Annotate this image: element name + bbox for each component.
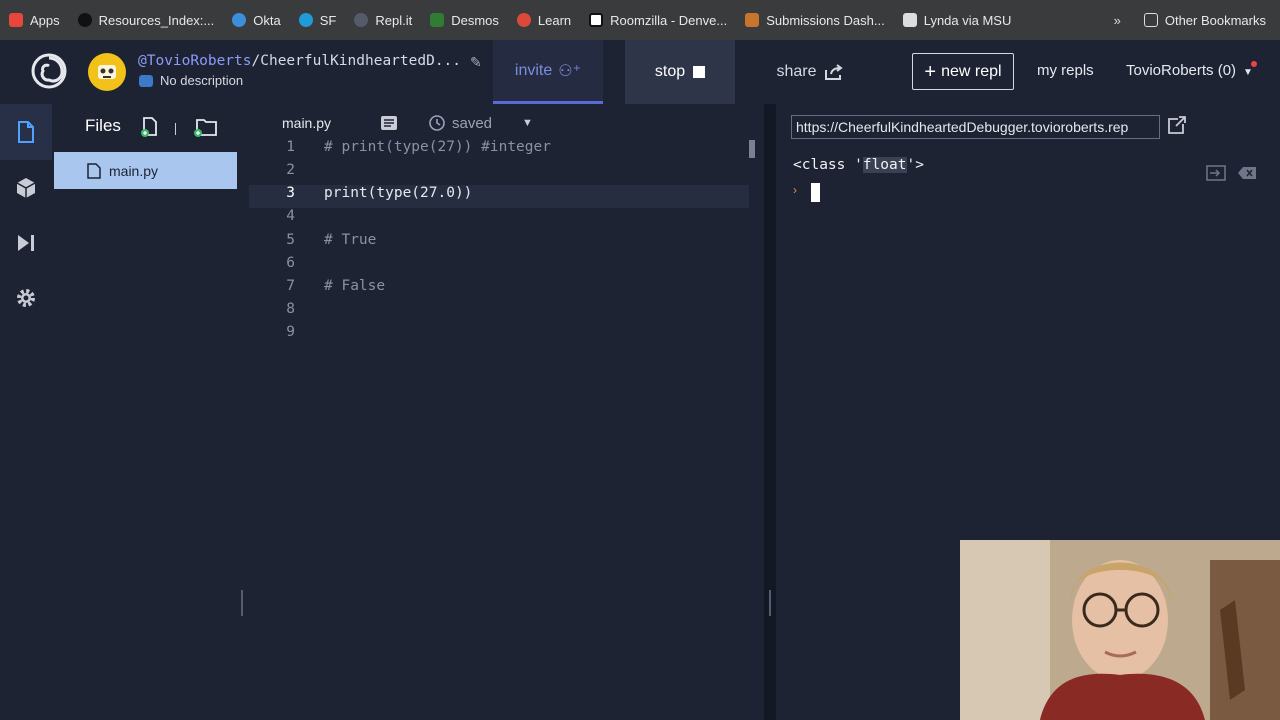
my-repls-link[interactable]: my repls: [1037, 62, 1094, 79]
console-input-cursor[interactable]: [811, 183, 820, 202]
roomzilla-icon: [589, 13, 604, 27]
file-name: main.py: [109, 162, 159, 179]
files-panel-title: Files: [85, 116, 121, 135]
webcam-overlay: [960, 540, 1280, 720]
bookmark-resources-index[interactable]: Resources_Index:...: [69, 0, 224, 40]
format-lines-icon[interactable]: [380, 115, 398, 131]
folder-icon: [1143, 13, 1158, 27]
line-number: 7: [286, 278, 295, 294]
repl-name: /CheerfulKindheartedD...: [251, 53, 462, 69]
code-line[interactable]: 4: [249, 208, 749, 231]
repl-title[interactable]: @TovioRoberts/CheerfulKindheartedD...: [138, 53, 461, 69]
bookmark-apps[interactable]: Apps: [0, 0, 69, 40]
code-line[interactable]: 5 # True: [249, 232, 749, 255]
add-file-icon[interactable]: [139, 116, 161, 138]
share-arrow-icon: [824, 64, 843, 80]
code-line[interactable]: 2: [249, 162, 749, 185]
console-prompt-icon: ›: [793, 183, 797, 197]
bookmark-submissions-dashboard[interactable]: Submissions Dash...: [736, 0, 894, 40]
notification-dot: [1251, 61, 1257, 67]
bookmark-learn[interactable]: Learn: [508, 0, 580, 40]
hand-icon: [745, 13, 760, 27]
chevron-down-icon: ▼: [1243, 67, 1253, 78]
code-line[interactable]: 1 # print(type(27)) #integer: [249, 139, 749, 162]
github-icon: [77, 13, 92, 27]
salesforce-cloud-icon: [298, 13, 313, 27]
stop-square-icon: [693, 66, 706, 78]
files-icon[interactable]: [14, 120, 38, 144]
add-folder-icon[interactable]: [192, 116, 218, 138]
settings-gear-icon[interactable]: [14, 286, 38, 310]
apps-grid-icon: [9, 13, 23, 27]
open-external-icon[interactable]: [1166, 116, 1188, 136]
repl-url-field[interactable]: https://CheerfulKindheartedDebugger.tovi…: [791, 115, 1160, 139]
code-line[interactable]: 7 # False: [249, 278, 749, 301]
pane-divider[interactable]: [764, 104, 776, 720]
toolbar-divider: [175, 123, 176, 135]
new-repl-button[interactable]: + new repl: [912, 53, 1014, 90]
code-text: print(type(27.0)): [324, 185, 473, 201]
line-number: 2: [286, 162, 295, 178]
code-text: # print(type(27)) #integer: [324, 139, 551, 155]
file-icon: [87, 162, 101, 179]
repl-description[interactable]: No description: [160, 73, 243, 88]
robot-avatar-icon: [98, 65, 116, 79]
file-item-main-py[interactable]: main.py: [54, 152, 237, 189]
line-number: 3: [286, 185, 295, 201]
packages-cube-icon[interactable]: [14, 176, 38, 200]
code-line[interactable]: 8: [249, 301, 749, 324]
replit-icon: [354, 13, 369, 27]
code-line[interactable]: 9: [249, 324, 749, 347]
code-text: # False: [324, 278, 386, 294]
line-number: 6: [286, 255, 295, 271]
learn-globe-icon: [516, 13, 531, 27]
invite-button[interactable]: invite ⚇⁺: [493, 40, 603, 104]
replit-logo-icon[interactable]: [30, 52, 68, 90]
bookmark-roomzilla[interactable]: Roomzilla - Denve...: [580, 0, 736, 40]
avatar[interactable]: [88, 53, 126, 91]
line-number: 8: [286, 301, 295, 317]
line-number: 9: [286, 324, 295, 340]
bookmarks-bar: Apps Resources_Index:... Okta SF Repl.it…: [0, 0, 1280, 40]
add-user-icon: ⚇⁺: [558, 62, 582, 80]
debugger-icon[interactable]: [14, 231, 38, 255]
plus-icon: +: [924, 60, 937, 83]
bookmark-okta[interactable]: Okta: [223, 0, 289, 40]
presenter-video: [960, 540, 1280, 720]
bookmark-lynda[interactable]: Lynda via MSU: [894, 0, 1021, 40]
stop-button[interactable]: stop: [625, 40, 735, 104]
files-panel: [52, 104, 238, 720]
line-number: 4: [286, 208, 295, 224]
console-toggle-icon[interactable]: [1206, 165, 1226, 181]
editor-scrollbar[interactable]: [749, 140, 755, 158]
lynda-icon: [902, 13, 917, 27]
line-number: 1: [286, 139, 295, 155]
line-number: 5: [286, 232, 295, 248]
bookmarks-overflow-button[interactable]: »: [1100, 0, 1135, 40]
save-status: saved: [428, 114, 492, 132]
account-menu[interactable]: TovioRoberts (0) ▼: [1126, 62, 1253, 79]
bookmark-replit[interactable]: Repl.it: [345, 0, 421, 40]
python-icon: [139, 75, 153, 87]
code-line[interactable]: 3 print(type(27.0)): [249, 185, 749, 208]
bookmark-sf[interactable]: SF: [290, 0, 346, 40]
okta-icon: [232, 13, 247, 27]
repl-owner[interactable]: @TovioRoberts: [138, 53, 252, 69]
editor-resize-handle[interactable]: [769, 590, 771, 616]
code-line[interactable]: 6: [249, 255, 749, 278]
other-bookmarks[interactable]: Other Bookmarks: [1135, 0, 1280, 40]
share-button[interactable]: share: [758, 40, 862, 104]
edit-pencil-icon[interactable]: ✎: [470, 54, 482, 71]
code-text: # True: [324, 232, 377, 248]
clear-console-icon[interactable]: [1237, 165, 1257, 181]
bookmark-desmos[interactable]: Desmos: [421, 0, 508, 40]
history-icon: [429, 115, 445, 131]
console-output: <class 'float'>: [793, 157, 924, 173]
files-resize-handle[interactable]: [241, 590, 243, 616]
desmos-icon: [430, 13, 445, 27]
caret-down-icon[interactable]: ▼: [522, 117, 533, 129]
tab-main-py[interactable]: main.py: [282, 115, 331, 131]
